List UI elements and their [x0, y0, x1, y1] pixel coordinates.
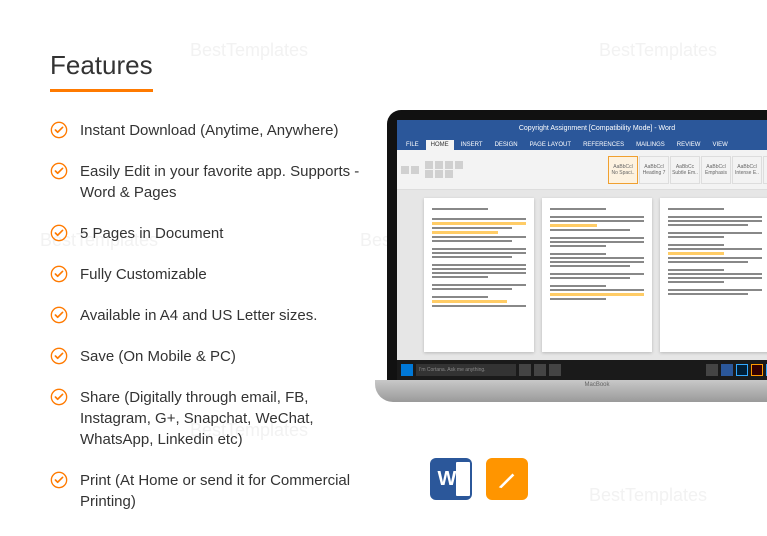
feature-list: Instant Download (Anytime, Anywhere) Eas… [50, 120, 380, 512]
start-button[interactable] [401, 364, 413, 376]
feature-text: Available in A4 and US Letter sizes. [80, 305, 380, 326]
feature-item: Share (Digitally through email, FB, Inst… [50, 387, 380, 450]
feature-text: Share (Digitally through email, FB, Inst… [80, 387, 380, 450]
watermark: BestTemplates [589, 485, 707, 506]
check-icon [50, 347, 68, 365]
feature-text: 5 Pages in Document [80, 223, 380, 244]
watermark: BestTemplates [599, 40, 717, 61]
taskbar-ai-icon[interactable] [751, 364, 763, 376]
tab-insert[interactable]: INSERT [456, 140, 488, 150]
feature-text: Print (At Home or send it for Commercial… [80, 470, 380, 512]
tab-design[interactable]: DESIGN [490, 140, 523, 150]
word-ribbon-tabs: FILE HOME INSERT DESIGN PAGE LAYOUT REFE… [397, 136, 767, 150]
feature-item: Instant Download (Anytime, Anywhere) [50, 120, 380, 141]
tab-review[interactable]: REVIEW [672, 140, 706, 150]
word-ribbon: AaBbCclNo Spaci.. AaBbCclHeading 7 AaBbC… [397, 150, 767, 190]
apple-pages-icon [486, 458, 528, 500]
laptop-mockup: Copyright Assignment [Compatibility Mode… [387, 110, 767, 402]
feature-item: Save (On Mobile & PC) [50, 346, 380, 367]
check-icon [50, 306, 68, 324]
feature-item: Available in A4 and US Letter sizes. [50, 305, 380, 326]
taskbar-icon[interactable] [519, 364, 531, 376]
doc-page [660, 198, 767, 352]
check-icon [50, 121, 68, 139]
feature-item: Easily Edit in your favorite app. Suppor… [50, 161, 380, 203]
word-titlebar: Copyright Assignment [Compatibility Mode… [397, 120, 767, 136]
taskbar-icon[interactable] [549, 364, 561, 376]
tab-references[interactable]: REFERENCES [578, 140, 629, 150]
feature-text: Instant Download (Anytime, Anywhere) [80, 120, 380, 141]
ms-word-icon: W [430, 458, 472, 500]
check-icon [50, 162, 68, 180]
feature-item: Print (At Home or send it for Commercial… [50, 470, 380, 512]
feature-item: Fully Customizable [50, 264, 380, 285]
taskbar-ps-icon[interactable] [736, 364, 748, 376]
taskbar-word-icon[interactable] [721, 364, 733, 376]
features-heading: Features [50, 50, 153, 92]
windows-taskbar: I'm Cortana. Ask me anything. [397, 360, 767, 380]
taskbar-icon[interactable] [706, 364, 718, 376]
doc-page [542, 198, 652, 352]
feature-text: Easily Edit in your favorite app. Suppor… [80, 161, 380, 203]
doc-page [424, 198, 534, 352]
tab-view[interactable]: VIEW [707, 140, 732, 150]
check-icon [50, 224, 68, 242]
tab-page-layout[interactable]: PAGE LAYOUT [525, 140, 576, 150]
feature-text: Save (On Mobile & PC) [80, 346, 380, 367]
cortana-search[interactable]: I'm Cortana. Ask me anything. [416, 364, 516, 376]
check-icon [50, 388, 68, 406]
taskbar-icon[interactable] [534, 364, 546, 376]
check-icon [50, 471, 68, 489]
styles-gallery[interactable]: AaBbCclNo Spaci.. AaBbCclHeading 7 AaBbC… [608, 156, 767, 184]
laptop-base [375, 380, 767, 402]
feature-item: 5 Pages in Document [50, 223, 380, 244]
tab-home[interactable]: HOME [426, 140, 454, 150]
tab-mailings[interactable]: MAILINGS [631, 140, 670, 150]
feature-text: Fully Customizable [80, 264, 380, 285]
check-icon [50, 265, 68, 283]
tab-file[interactable]: FILE [401, 140, 424, 150]
document-area[interactable] [397, 190, 767, 360]
